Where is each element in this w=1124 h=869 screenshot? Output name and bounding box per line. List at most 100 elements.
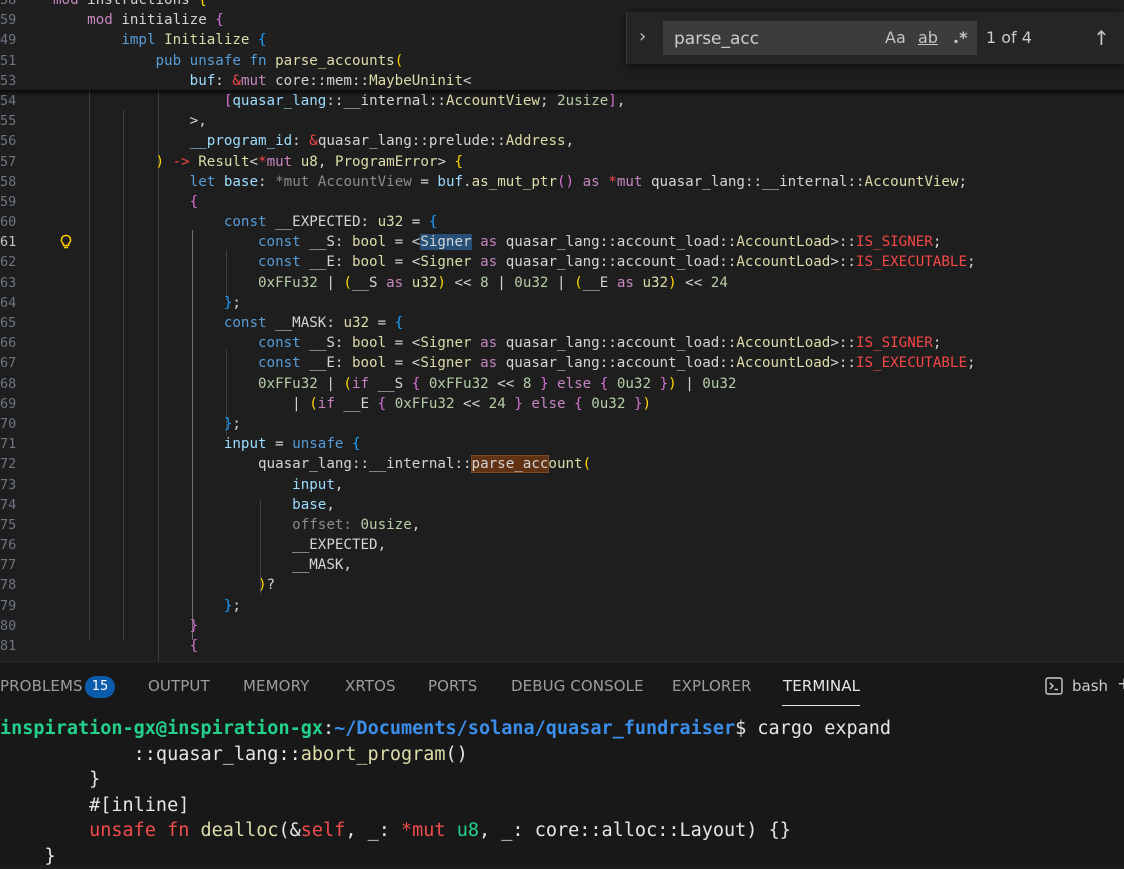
code-line[interactable]: 53 buf: &mut core::mem::MaybeUninit< (0, 71, 1124, 91)
line-number: 80 (0, 616, 20, 636)
code-token: << (446, 275, 480, 291)
code-line[interactable]: 67 const __E: bool = <Signer as quasar_l… (0, 353, 1124, 373)
code-line[interactable]: 73 input, (0, 475, 1124, 495)
tab-output[interactable]: OUTPUT (148, 677, 210, 695)
code-line[interactable]: 61 const __S: bool = <Signer as quasar_l… (0, 232, 1124, 252)
code-token: ; (933, 234, 942, 250)
code-line[interactable]: 79 }; (0, 596, 1124, 616)
code-line[interactable]: 76 __EXPECTED, (0, 535, 1124, 555)
code-token (420, 376, 429, 392)
code-text: mod initialize { (53, 10, 224, 30)
terminal-token: self (301, 820, 346, 841)
toggle-replace-chevron-icon[interactable]: › (639, 26, 646, 47)
code-text: )? (53, 575, 275, 595)
code-text: let base: *mut AccountView = buf.as_mut_… (53, 172, 967, 192)
code-line[interactable]: 66 const __S: bool = <Signer as quasar_l… (0, 333, 1124, 353)
code-line[interactable]: 63 0xFFu32 | (__S as u32) << 8 | 0u32 | … (0, 273, 1124, 293)
code-token: __E (335, 396, 378, 412)
code-lines[interactable]: 58mod instructions {59 mod initialize {4… (0, 0, 1124, 656)
code-line[interactable]: 74 base, (0, 495, 1124, 515)
code-token: const (258, 234, 301, 250)
code-token: Address (506, 133, 566, 149)
code-token (53, 254, 258, 270)
code-token: mut (617, 174, 643, 190)
terminal-token: } (0, 769, 100, 790)
tab-problems[interactable]: PROBLEMS (0, 677, 83, 695)
code-editor[interactable]: 58mod instructions {59 mod initialize {4… (0, 0, 1124, 661)
code-text: | (if __E { 0xFFu32 << 24 } else { 0u32 … (53, 394, 651, 414)
tab-explorer[interactable]: EXPLORER (672, 677, 752, 695)
code-line[interactable]: 71 input = unsafe { (0, 434, 1124, 454)
code-line[interactable]: 57 ) -> Result<*mut u8, ProgramError> { (0, 152, 1124, 172)
whole-word-icon[interactable]: ab (918, 28, 938, 47)
code-line[interactable]: 70 }; (0, 414, 1124, 434)
code-text: const __S: bool = <Signer as quasar_lang… (53, 232, 941, 252)
code-token: const (224, 214, 267, 230)
code-token: { (429, 214, 438, 230)
code-line[interactable]: 65 const __MASK: u32 = { (0, 313, 1124, 333)
code-line[interactable]: 60 const __EXPECTED: u32 = { (0, 212, 1124, 232)
sticky-scroll-line[interactable]: 58mod instructions { (0, 0, 1124, 10)
find-input[interactable] (664, 22, 876, 56)
terminal-token: () (446, 744, 468, 765)
terminal-prompt-line: inspiration-gx@inspiration-gx:~/Document… (0, 716, 1124, 742)
new-terminal-plus-icon[interactable]: + (1117, 674, 1124, 694)
tab-xrtos[interactable]: XRTOS (345, 677, 396, 695)
code-token: , (412, 517, 421, 533)
code-text: const __E: bool = <Signer as quasar_lang… (53, 353, 976, 373)
code-line[interactable]: 59 { (0, 192, 1124, 212)
code-token: input (292, 477, 335, 493)
code-line[interactable]: 75 offset: 0usize, (0, 515, 1124, 535)
code-token (53, 174, 190, 190)
line-number: 68 (0, 374, 20, 394)
code-line[interactable]: 77 __MASK, (0, 555, 1124, 575)
code-token: ; (232, 295, 241, 311)
match-case-icon[interactable]: Aa (885, 28, 906, 47)
terminal-token (446, 820, 457, 841)
code-line[interactable]: 56 __program_id: &quasar_lang::prelude::… (0, 131, 1124, 151)
code-token (53, 618, 190, 634)
prompt-user: inspiration-gx@inspiration-gx (0, 718, 323, 739)
code-line[interactable]: 81 { (0, 636, 1124, 656)
code-text: __program_id: &quasar_lang::prelude::Add… (53, 131, 574, 151)
code-token: 0xFFu32 (429, 376, 489, 392)
code-line[interactable]: 69 | (if __E { 0xFFu32 << 24 } else { 0u… (0, 394, 1124, 414)
code-line[interactable]: 68 0xFFu32 | (if __S { 0xFFu32 << 8 } el… (0, 374, 1124, 394)
code-token: : (215, 73, 232, 89)
tab-ports[interactable]: PORTS (428, 677, 477, 695)
terminal-shell-name[interactable]: bash (1072, 677, 1108, 695)
code-line[interactable]: 62 const __E: bool = <Signer as quasar_l… (0, 252, 1124, 272)
code-token: -> (173, 154, 190, 170)
code-token: u32 (343, 315, 369, 331)
code-line[interactable]: 55 >, (0, 111, 1124, 131)
code-line[interactable]: 80 } (0, 616, 1124, 636)
code-line[interactable]: 72 quasar_lang::__internal::parse_accoun… (0, 454, 1124, 474)
regex-icon[interactable]: .* (953, 28, 967, 47)
terminal-token: u8 (457, 820, 479, 841)
terminal-output[interactable]: inspiration-gx@inspiration-gx:~/Document… (0, 716, 1124, 869)
previous-match-arrow-up-icon[interactable]: ↑ (1093, 26, 1110, 50)
code-token (608, 376, 617, 392)
code-token (53, 598, 224, 614)
code-line[interactable]: 64 }; (0, 293, 1124, 313)
code-token: 8 (480, 275, 489, 291)
find-input-box[interactable]: Aa ab .* (663, 21, 977, 55)
code-token (651, 376, 660, 392)
active-tab-indicator (782, 705, 860, 706)
code-line[interactable]: 78 )? (0, 575, 1124, 595)
tab-memory[interactable]: MEMORY (243, 677, 309, 695)
terminal-line: } (0, 844, 1124, 869)
terminal-icon[interactable] (1045, 677, 1063, 695)
tab-debug-console[interactable]: DEBUG CONSOLE (511, 677, 644, 695)
code-token: base (224, 174, 258, 190)
terminal-token: , _: (345, 820, 401, 841)
line-number: 67 (0, 353, 20, 373)
code-token (625, 396, 634, 412)
code-token: __S (352, 275, 386, 291)
code-token: base (292, 497, 326, 513)
line-number: 71 (0, 434, 20, 454)
code-token: __S (369, 376, 412, 392)
code-line[interactable]: 58 let base: *mut AccountView = buf.as_m… (0, 172, 1124, 192)
code-token: * (258, 154, 267, 170)
tab-terminal[interactable]: TERMINAL (783, 677, 860, 695)
